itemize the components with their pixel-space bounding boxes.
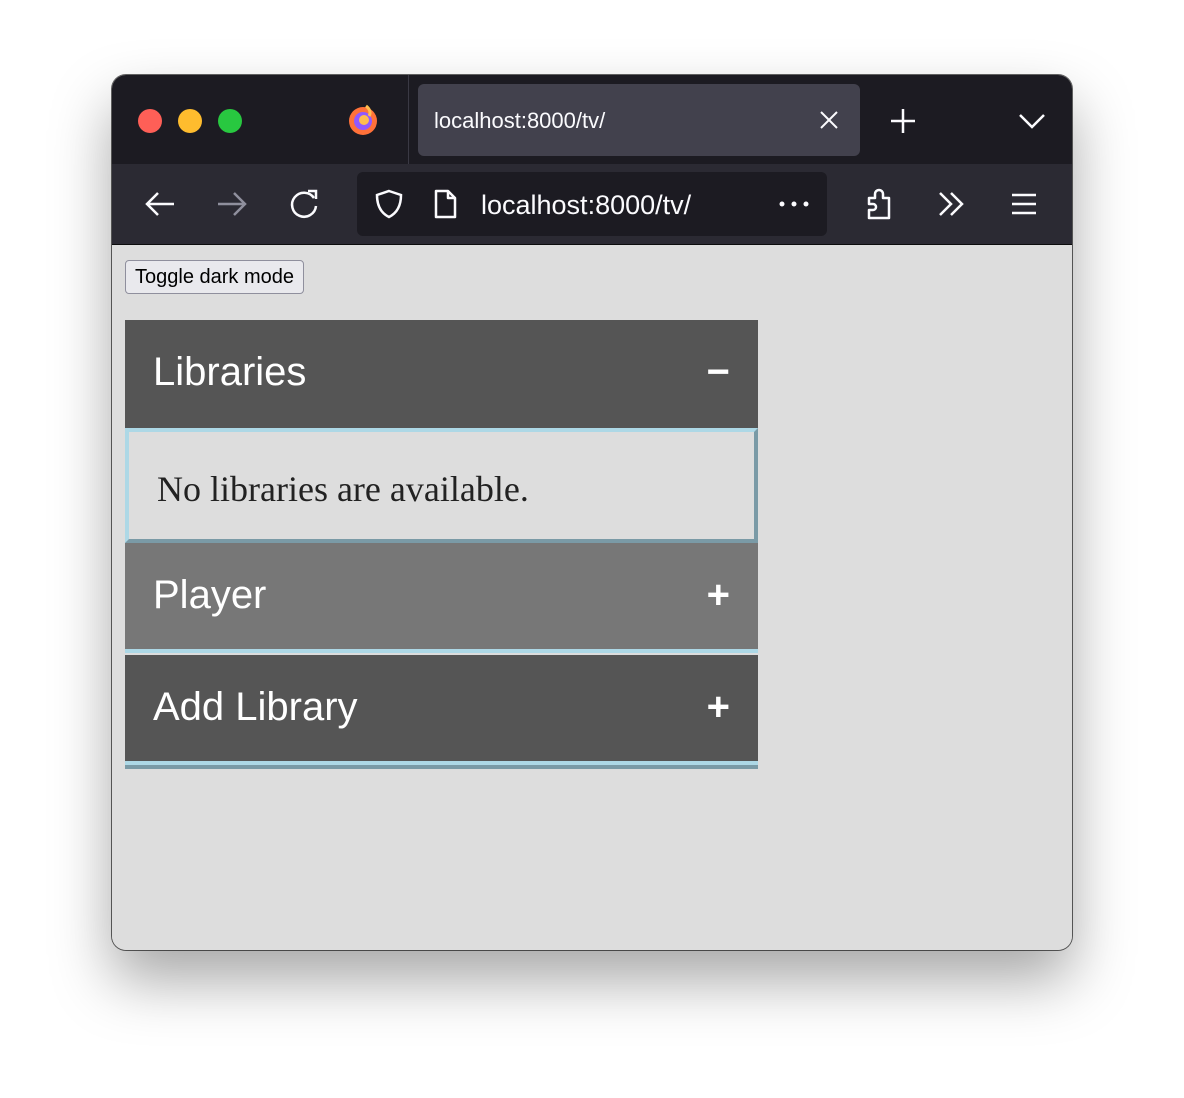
overflow-chevrons-icon[interactable]: [934, 186, 970, 222]
accordion-header-add-library[interactable]: Add Library +: [125, 655, 758, 765]
zoom-window-button[interactable]: [218, 109, 242, 133]
tab-title: localhost:8000/tv/: [434, 108, 606, 133]
accordion-header-player[interactable]: Player +: [125, 543, 758, 653]
toggle-dark-mode-button[interactable]: Toggle dark mode: [125, 260, 304, 294]
accordion-header-libraries[interactable]: Libraries −: [125, 320, 758, 428]
accordion-bottom-border: [125, 765, 758, 769]
tab-separator: [408, 75, 409, 164]
browser-window: localhost:8000/tv/ localhost:8000/tv/ To…: [112, 75, 1072, 950]
address-bar[interactable]: localhost:8000/tv/: [357, 172, 827, 236]
firefox-icon[interactable]: [346, 103, 380, 137]
navigation-toolbar: localhost:8000/tv/: [112, 164, 1072, 245]
shield-icon[interactable]: [373, 188, 405, 220]
minimize-window-button[interactable]: [178, 109, 202, 133]
back-arrow-icon[interactable]: [142, 186, 178, 222]
extensions-icon[interactable]: [863, 186, 899, 222]
page-icon[interactable]: [431, 189, 459, 219]
tab-bar: localhost:8000/tv/: [112, 75, 1072, 164]
hamburger-menu-icon[interactable]: [1006, 186, 1042, 222]
tab-active[interactable]: localhost:8000/tv/: [418, 84, 860, 156]
chevron-down-icon[interactable]: [1016, 109, 1048, 133]
forward-arrow-icon[interactable]: [214, 186, 250, 222]
accordion-title: Player: [153, 573, 267, 617]
accordion-title: Add Library: [153, 685, 358, 729]
reload-icon[interactable]: [286, 186, 322, 222]
accordion-panel-libraries: No libraries are available.: [125, 428, 758, 543]
close-window-button[interactable]: [138, 109, 162, 133]
close-icon[interactable]: [818, 109, 840, 131]
page-content: Toggle dark mode Libraries − No librarie…: [112, 246, 1072, 950]
url-text: localhost:8000/tv/: [481, 190, 692, 220]
accordion: Libraries − No libraries are available. …: [125, 320, 758, 769]
more-actions-icon[interactable]: [777, 200, 811, 208]
expand-icon: +: [706, 573, 730, 617]
empty-libraries-message: No libraries are available.: [157, 469, 529, 509]
new-tab-icon[interactable]: [888, 106, 918, 136]
expand-icon: +: [706, 685, 730, 729]
accordion-title: Libraries: [153, 350, 307, 394]
collapse-icon: −: [706, 350, 730, 394]
